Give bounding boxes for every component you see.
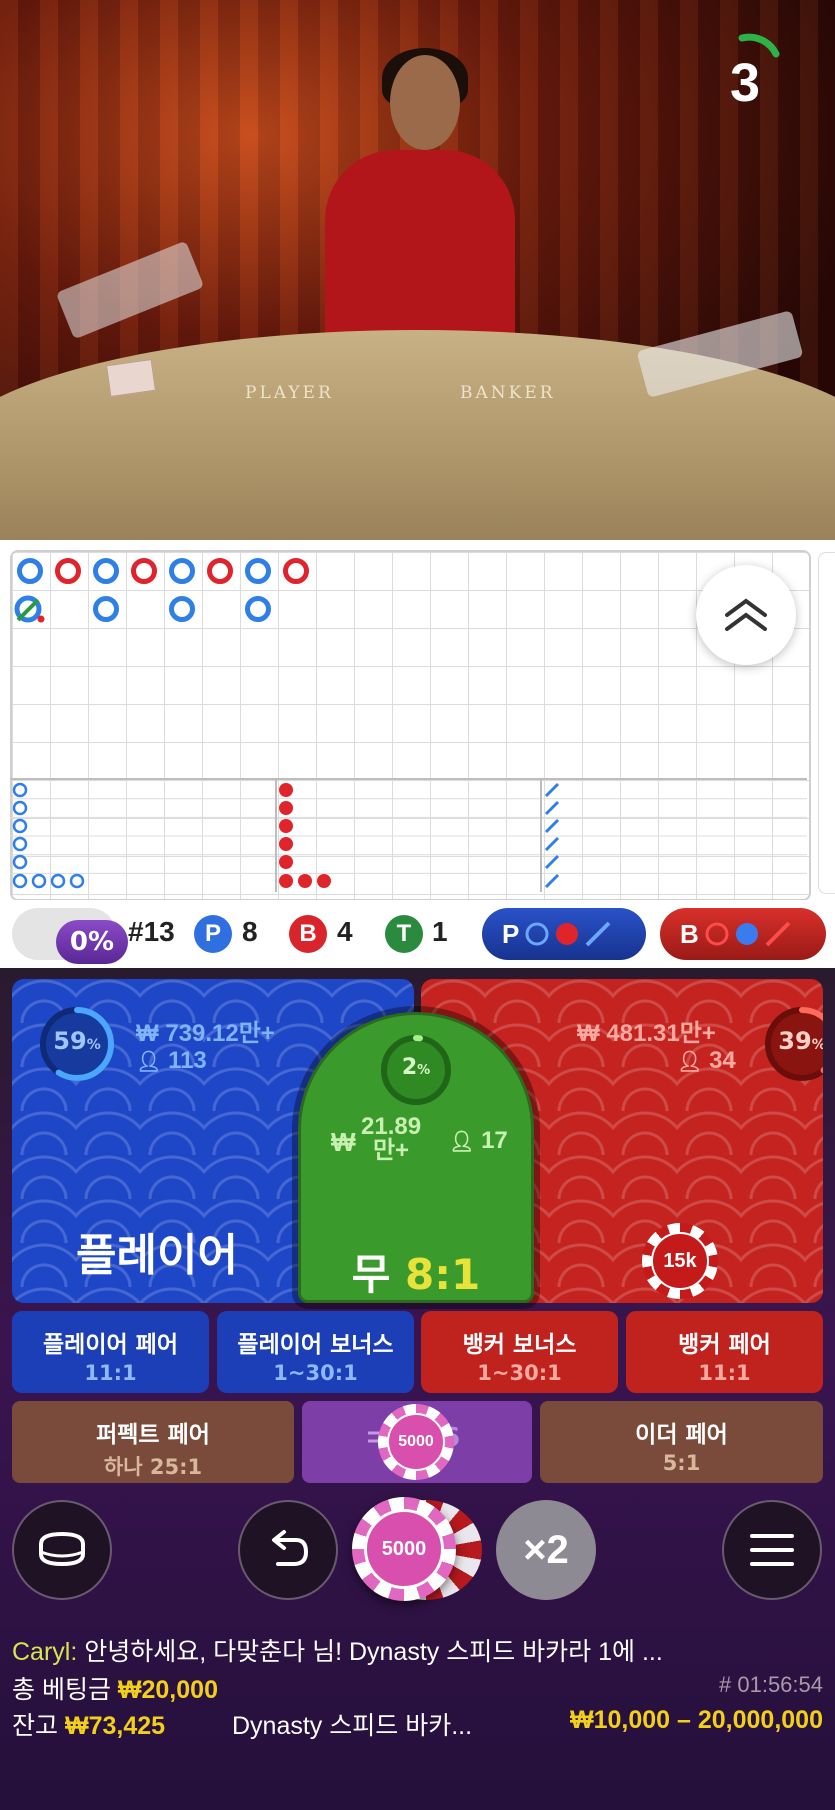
- selected-chip[interactable]: 5000: [352, 1497, 456, 1601]
- tie-bet-spot[interactable]: 2% ₩ 21.89 만+ 👤︎ 17 무 8:1: [298, 1012, 534, 1303]
- bet-limits: ₩10,000 – 20,000,000: [570, 1706, 823, 1734]
- road-mark-banker: [131, 558, 157, 584]
- road-mark-player: [93, 596, 119, 622]
- chat-line[interactable]: Caryl: 안녕하세요, 다맞춘다 님! Dynasty 스피드 바카라 1에…: [12, 1632, 663, 1668]
- dealer-head: [390, 55, 460, 150]
- live-video: PLAYER BANKER 3: [0, 0, 835, 540]
- road-mark-tie-icon: [14, 595, 45, 623]
- banker-percent: 39%: [778, 1027, 823, 1055]
- road-mark-banker: [207, 558, 233, 584]
- player-pair-button[interactable]: 플레이어 페어 11:1: [12, 1311, 209, 1393]
- lobby-button[interactable]: [12, 1500, 112, 1600]
- tie-percent: 2%: [401, 1055, 431, 1080]
- chat-message: 안녕하세요, 다맞춘다 님! Dynasty 스피드 바카라 1에 ...: [77, 1638, 663, 1666]
- countdown-timer: 3: [729, 53, 761, 113]
- predict-marks-icon: [525, 921, 611, 947]
- hamburger-menu-icon: [750, 1534, 794, 1566]
- road-mark-player: [17, 558, 43, 584]
- tie-count: 1: [432, 916, 448, 947]
- expand-roadmap-button[interactable]: [696, 565, 796, 665]
- player-percent: 59%: [53, 1027, 101, 1055]
- road-mark-player: [93, 558, 119, 584]
- total-bet: 총 베팅금 ₩20,000: [12, 1676, 218, 1704]
- undo-icon: [272, 1530, 309, 1566]
- road-mark-player: [245, 596, 271, 622]
- user-icon: 👤︎: [677, 1051, 703, 1073]
- placed-chip-5000[interactable]: 5000: [378, 1404, 454, 1480]
- round-number: #13: [128, 916, 175, 947]
- game-id: # 01:56:54: [719, 1672, 823, 1697]
- road-mark-banker: [283, 558, 309, 584]
- roadmap-side-strip[interactable]: [818, 552, 835, 894]
- banker-total-bet: ₩ 481.31만+: [577, 1020, 716, 1047]
- tie-badge: T: [385, 915, 423, 953]
- banker-count: 4: [337, 916, 353, 947]
- stats-bar: 0% #13 P 8 B 4 T 1 P B: [0, 900, 835, 968]
- tie-currency: ₩: [331, 1127, 356, 1157]
- chat-user: Caryl:: [12, 1638, 78, 1666]
- undo-button[interactable]: [238, 1500, 338, 1600]
- player-predict-button[interactable]: P: [482, 908, 646, 960]
- banker-pair-button[interactable]: 뱅커 페어 11:1: [626, 1311, 823, 1393]
- placed-chip-15k[interactable]: 15k: [642, 1223, 718, 1299]
- table-banker-label: BANKER: [460, 383, 556, 403]
- predict-marks-icon: [705, 921, 791, 947]
- player-count: 8: [242, 916, 258, 947]
- player-predict-letter: P: [502, 918, 520, 949]
- derived-roads: [10, 780, 807, 892]
- menu-button[interactable]: [722, 1500, 822, 1600]
- tie-bettors: 👤︎ 17: [449, 1127, 508, 1154]
- perfect-pair-button[interactable]: 퍼펙트 페어 하나 25:1: [12, 1401, 294, 1483]
- banker-predict-letter: B: [680, 918, 699, 949]
- user-icon: 👤︎: [449, 1131, 475, 1153]
- player-badge: P: [194, 915, 232, 953]
- double-button[interactable]: ×2: [496, 1500, 596, 1600]
- user-icon: 👤︎: [136, 1051, 162, 1073]
- playing-card: [105, 358, 157, 398]
- road-mark-player: [169, 558, 195, 584]
- player-label: 플레이어: [76, 1230, 238, 1281]
- balance: 잔고 ₩73,425: [12, 1712, 166, 1740]
- percent-toggle[interactable]: 0%: [12, 908, 128, 964]
- tie-label: 무 8:1: [351, 1250, 481, 1299]
- double-chevron-up-icon: [725, 598, 767, 631]
- tie-total-bet: 21.89 만+: [361, 1113, 422, 1164]
- player-total-bet: ₩ 739.12만+: [136, 1020, 275, 1047]
- table-icon: [39, 1531, 85, 1567]
- player-bettors: 👤︎ 113: [136, 1047, 207, 1074]
- road-mark-banker: [55, 558, 81, 584]
- percent-value: 0%: [56, 920, 128, 964]
- banker-predict-button[interactable]: B: [660, 908, 826, 960]
- banker-bettors: 👤︎ 34: [677, 1047, 736, 1074]
- banker-badge: B: [289, 915, 327, 953]
- either-pair-button[interactable]: 이더 페어 5:1: [540, 1401, 823, 1483]
- road-mark-player: [245, 558, 271, 584]
- table-name: Dynasty 스피드 바카...: [232, 1712, 473, 1740]
- player-bonus-button[interactable]: 플레이어 보너스 1~30:1: [217, 1311, 414, 1393]
- road-mark-player: [169, 596, 195, 622]
- table-player-label: PLAYER: [245, 383, 334, 403]
- banker-bonus-button[interactable]: 뱅커 보너스 1~30:1: [421, 1311, 618, 1393]
